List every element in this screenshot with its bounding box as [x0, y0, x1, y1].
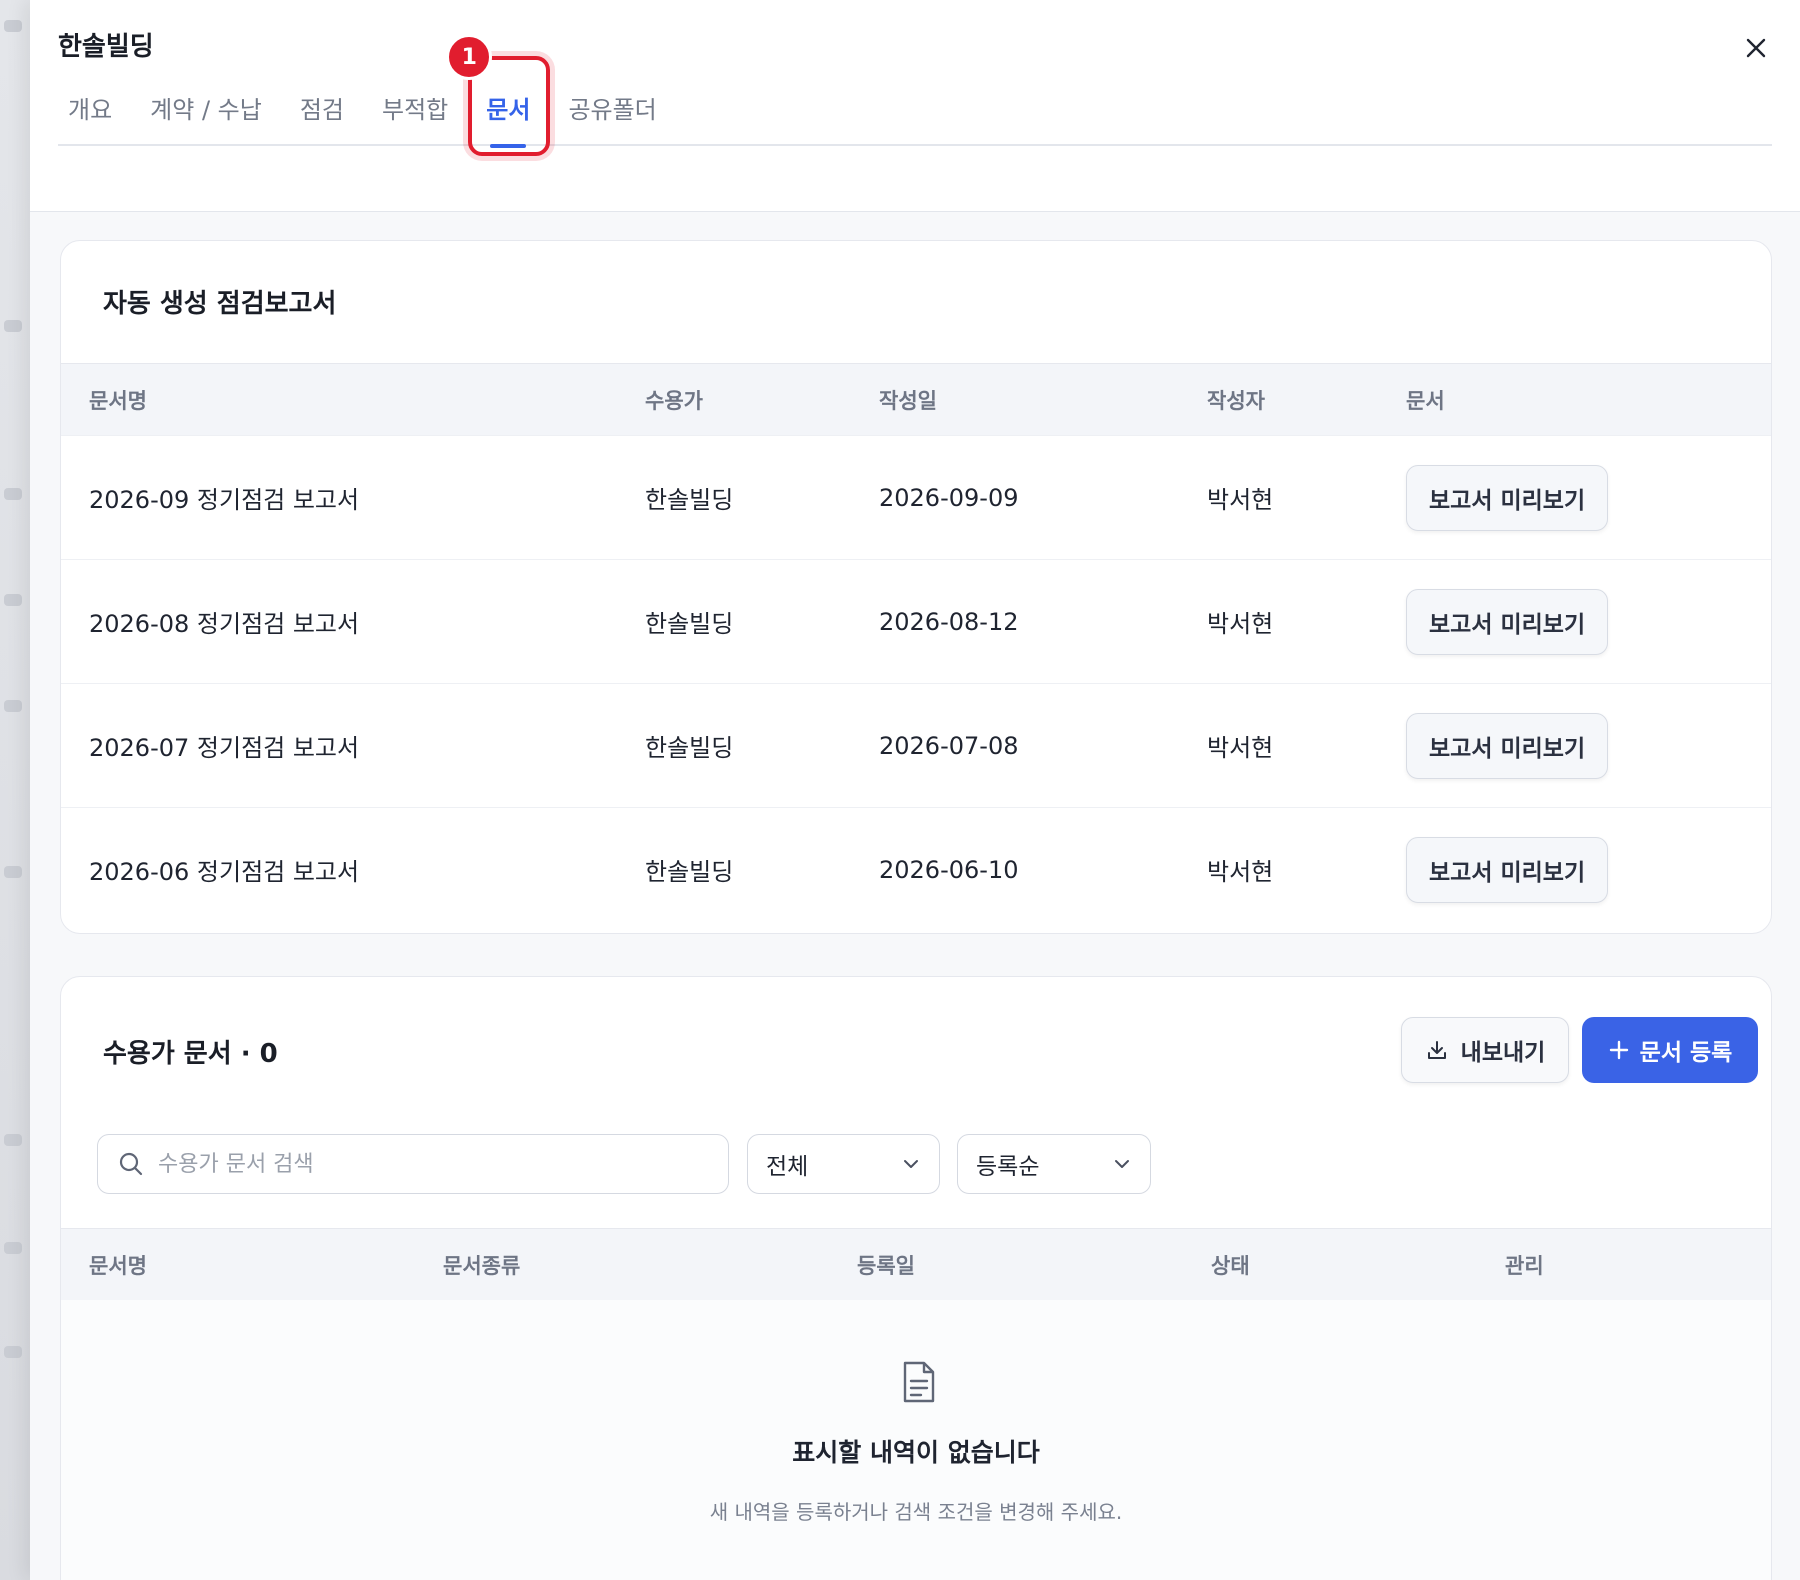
report-preview-button[interactable]: 보고서 미리보기	[1406, 588, 1609, 655]
search-box	[97, 1134, 729, 1194]
export-button[interactable]: 내보내기	[1401, 1017, 1569, 1083]
tab-nonconformity[interactable]: 부적합	[372, 74, 458, 146]
tab-inspection[interactable]: 점검	[290, 74, 354, 146]
download-icon	[1427, 1041, 1446, 1059]
doc-author: 박서현	[1207, 486, 1274, 514]
doc-name: 2026-06 정기점검 보고서	[89, 858, 360, 886]
customer-docs-title: 수용가 문서 · 0	[103, 1039, 278, 1069]
doc-name: 2026-08 정기점검 보고서	[89, 610, 360, 638]
tab-bar: 개요 계약 / 수납 점검 부적합 문서 1 공유폴더	[58, 34, 1772, 156]
column-header: 문서명	[89, 388, 147, 413]
detail-drawer: 한솔빌딩 개요 계약 / 수납 점검 부적합 문서 1 공유폴더 자동 생성 점…	[30, 0, 1800, 1580]
document-icon	[903, 1361, 935, 1403]
customer-docs-table-header: 문서명 문서종류 등록일 상태 관리	[61, 1228, 1771, 1300]
empty-state-description: 새 내역을 등록하거나 검색 조건을 변경해 주세요.	[709, 1500, 1123, 1524]
column-header: 작성자	[1207, 388, 1265, 413]
chevron-down-icon	[1115, 1160, 1129, 1168]
document-type-select[interactable]: 전체	[747, 1134, 940, 1194]
drawer-header: 한솔빌딩 개요 계약 / 수납 점검 부적합 문서 1 공유폴더	[30, 0, 1800, 212]
background-page	[0, 0, 30, 1580]
report-section-title: 자동 생성 점검보고서	[103, 289, 337, 319]
sort-select[interactable]: 등록순	[957, 1134, 1151, 1194]
doc-author: 박서현	[1207, 734, 1274, 762]
page-title: 한솔빌딩	[58, 32, 154, 62]
table-row: 2026-08 정기점검 보고서 한솔빌딩 2026-08-12 박서현 보고서…	[61, 559, 1771, 683]
tab-documents-label: 문서	[486, 96, 531, 124]
doc-customer: 한솔빌딩	[645, 610, 734, 638]
step-badge: 1	[446, 34, 493, 80]
column-header: 문서	[1406, 388, 1445, 413]
report-preview-button[interactable]: 보고서 미리보기	[1406, 836, 1609, 903]
search-icon	[119, 1152, 143, 1176]
report-preview-button[interactable]: 보고서 미리보기	[1406, 712, 1609, 779]
close-icon	[1746, 38, 1766, 58]
doc-name: 2026-07 정기점검 보고서	[89, 734, 360, 762]
report-preview-button[interactable]: 보고서 미리보기	[1406, 464, 1609, 531]
column-header: 상태	[1211, 1253, 1250, 1278]
customer-docs-card: 수용가 문서 · 0 내보내기 문서 등록 수용가 문서 검색 전체 등록순 문…	[60, 976, 1772, 1580]
tab-overview[interactable]: 개요	[58, 74, 122, 146]
add-document-button[interactable]: 문서 등록	[1582, 1017, 1758, 1083]
tab-documents[interactable]: 문서 1	[446, 34, 551, 156]
doc-author: 박서현	[1207, 858, 1274, 886]
document-type-value: 전체	[766, 1154, 809, 1180]
column-header: 문서종류	[443, 1253, 521, 1278]
doc-customer: 한솔빌딩	[645, 858, 734, 886]
search-input[interactable]	[158, 1151, 698, 1177]
close-button[interactable]	[1738, 30, 1774, 66]
table-row: 2026-06 정기점검 보고서 한솔빌딩 2026-06-10 박서현 보고서…	[61, 807, 1771, 931]
plus-icon	[1609, 1040, 1628, 1060]
report-table-header: 문서명 수용가 작성일 작성자 문서	[61, 363, 1771, 435]
report-card: 자동 생성 점검보고서 문서명 수용가 작성일 작성자 문서 2026-09 정…	[60, 240, 1772, 934]
add-document-label: 문서 등록	[1639, 1040, 1733, 1066]
doc-date: 2026-08-12	[879, 607, 1019, 636]
doc-date: 2026-06-10	[879, 855, 1019, 884]
table-row: 2026-09 정기점검 보고서 한솔빌딩 2026-09-09 박서현 보고서…	[61, 435, 1771, 559]
doc-customer: 한솔빌딩	[645, 734, 734, 762]
doc-date: 2026-09-09	[879, 483, 1019, 512]
doc-author: 박서현	[1207, 610, 1274, 638]
doc-date: 2026-07-08	[879, 731, 1019, 760]
column-header: 문서명	[89, 1253, 147, 1278]
column-header: 등록일	[857, 1253, 915, 1278]
export-label: 내보내기	[1460, 1040, 1546, 1066]
column-header: 수용가	[645, 388, 703, 413]
sort-value: 등록순	[976, 1154, 1040, 1180]
tab-shared-folder[interactable]: 공유폴더	[558, 74, 666, 146]
tab-contract-payment[interactable]: 계약 / 수납	[140, 74, 272, 146]
empty-state-title: 표시할 내역이 없습니다	[792, 1438, 1040, 1467]
doc-name: 2026-09 정기점검 보고서	[89, 486, 360, 514]
column-header: 관리	[1505, 1253, 1544, 1278]
table-row: 2026-07 정기점검 보고서 한솔빌딩 2026-07-08 박서현 보고서…	[61, 683, 1771, 807]
column-header: 작성일	[879, 388, 937, 413]
doc-customer: 한솔빌딩	[645, 486, 734, 514]
tab-content: 자동 생성 점검보고서 문서명 수용가 작성일 작성자 문서 2026-09 정…	[30, 212, 1800, 1580]
chevron-down-icon	[904, 1160, 918, 1168]
empty-state: 표시할 내역이 없습니다 새 내역을 등록하거나 검색 조건을 변경해 주세요.	[61, 1300, 1771, 1580]
